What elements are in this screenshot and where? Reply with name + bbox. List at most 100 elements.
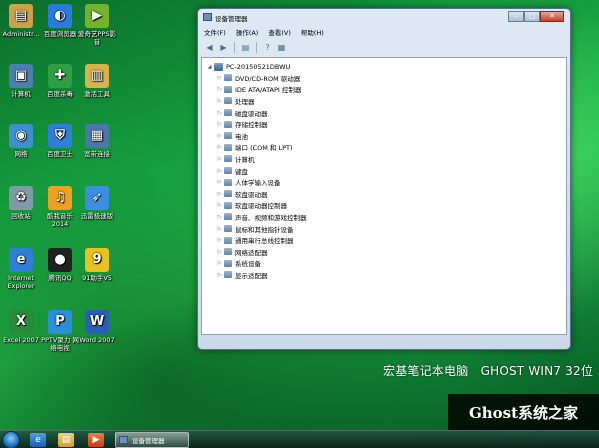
properties-icon[interactable]: ▦: [276, 42, 287, 53]
tree-node[interactable]: ▷ 软盘驱动器控制器: [206, 200, 566, 212]
tree-node[interactable]: ▷ 计算机: [206, 153, 566, 165]
tree-root[interactable]: ◢ PC-20150521DBWU: [206, 61, 566, 72]
menu-help[interactable]: 帮助(H): [301, 27, 324, 39]
tree-node-label: 网络适配器: [235, 248, 268, 257]
tree-node[interactable]: ▷ DVD/CD-ROM 驱动器: [206, 72, 566, 84]
taskbar-device-manager[interactable]: 设备管理器: [115, 432, 189, 448]
expand-icon[interactable]: ▷: [216, 272, 223, 278]
expand-icon[interactable]: ▷: [216, 179, 223, 185]
tree-node[interactable]: ▷ 端口 (COM 和 LPT): [206, 142, 566, 154]
expand-icon[interactable]: ▷: [216, 121, 223, 127]
tree-node[interactable]: ▷ 网络适配器: [206, 246, 566, 258]
media-player-taskbar-icon[interactable]: ▶: [88, 433, 104, 447]
maximize-button[interactable]: □: [524, 11, 540, 22]
xunlei-icon: ➶: [85, 186, 109, 210]
tree-node[interactable]: ▷ 通用串行总线控制器: [206, 234, 566, 246]
tree-node[interactable]: ▷ 软盘驱动器: [206, 188, 566, 200]
forward-arrow-icon[interactable]: ▶: [218, 42, 229, 53]
expand-icon[interactable]: ▷: [216, 214, 223, 220]
desktop-icon[interactable]: e Internet Explorer: [0, 248, 42, 290]
explorer-taskbar-icon[interactable]: ▤: [58, 433, 74, 447]
tree-node[interactable]: ▷ IDE ATA/ATAPI 控制器: [206, 84, 566, 96]
excel-icon: X: [9, 310, 33, 334]
menu-view[interactable]: 查看(V): [268, 27, 291, 39]
desktop-icon[interactable]: ♻ 回收站: [0, 186, 42, 220]
desktop-icon[interactable]: ▣ 计算机: [0, 64, 42, 98]
ie-taskbar-icon[interactable]: e: [30, 433, 46, 447]
expand-icon[interactable]: ▷: [216, 86, 223, 92]
expand-icon[interactable]: ▷: [216, 168, 223, 174]
expand-icon[interactable]: ▷: [216, 98, 223, 104]
desktop-icon-label: 91助手V5: [82, 274, 112, 282]
expand-icon[interactable]: ▷: [216, 237, 223, 243]
device-category-icon: [224, 248, 232, 256]
desktop-icon[interactable]: W Word 2007: [76, 310, 118, 344]
device-category-icon: [224, 190, 232, 198]
kuwo-music-icon: ♫: [48, 186, 72, 210]
tree-node[interactable]: ▷ 存储控制器: [206, 118, 566, 130]
expand-icon[interactable]: ▷: [216, 156, 223, 162]
help-icon[interactable]: ?: [262, 42, 273, 53]
tree-node[interactable]: ▷ 键盘: [206, 165, 566, 177]
device-category-icon: [224, 74, 232, 82]
tree-node[interactable]: ▷ 鼠标和其他指针设备: [206, 223, 566, 235]
menu-action[interactable]: 操作(A): [236, 27, 259, 39]
device-tree-panel[interactable]: ◢ PC-20150521DBWU ▷ DVD/CD-ROM 驱动器 ▷ IDE AT…: [201, 57, 567, 335]
desktop-icon[interactable]: X Excel 2007: [0, 310, 42, 344]
desktop-icon[interactable]: ⛨ 百度卫士: [39, 124, 81, 158]
device-manager-icon: [119, 436, 128, 444]
tree-node[interactable]: ▷ 声音、视频和游戏控制器: [206, 211, 566, 223]
desktop-icon[interactable]: ▶ 爱奇艺PPS影音: [76, 4, 118, 46]
desktop-icon[interactable]: ▤ Administr...: [0, 4, 42, 38]
device-category-icon: [224, 271, 232, 279]
desktop-icon[interactable]: 9 91助手V5: [76, 248, 118, 282]
desktop-icon[interactable]: ➶ 迅雷极速版: [76, 186, 118, 220]
device-category-icon: [224, 225, 232, 233]
tree-node-label: 磁盘驱动器: [235, 109, 268, 118]
ie-icon: e: [9, 248, 33, 272]
tree-node[interactable]: ▷ 磁盘驱动器: [206, 107, 566, 119]
minimize-button[interactable]: –: [508, 11, 524, 22]
menu-file[interactable]: 文件(F): [204, 27, 226, 39]
expand-icon[interactable]: ▷: [216, 249, 223, 255]
desktop-icon[interactable]: ● 腾讯QQ: [39, 248, 81, 282]
desktop-icon[interactable]: ♫ 酷我音乐2014: [39, 186, 81, 228]
device-category-icon: [224, 201, 232, 209]
91-assistant-icon: 9: [85, 248, 109, 272]
expand-icon[interactable]: ▷: [216, 226, 223, 232]
desktop-icon[interactable]: ◉ 网络: [0, 124, 42, 158]
expand-icon[interactable]: ▷: [216, 110, 223, 116]
tree-node[interactable]: ▷ 人体学输入设备: [206, 176, 566, 188]
tree-node[interactable]: ▷ 电池: [206, 130, 566, 142]
tree-node-label: 端口 (COM 和 LPT): [235, 144, 293, 153]
expand-icon[interactable]: ▷: [216, 191, 223, 197]
device-category-icon: [224, 109, 232, 117]
back-arrow-icon[interactable]: ◀: [204, 42, 215, 53]
device-manager-window[interactable]: 设备管理器 – □ ✕ 文件(F) 操作(A) 查看(V) 帮助(H) ◀ ▶ …: [197, 8, 571, 350]
window-title: 设备管理器: [215, 15, 248, 23]
device-category-icon: [224, 143, 232, 151]
expand-icon[interactable]: ▷: [216, 75, 223, 81]
watermark: Ghost系统之家: [448, 394, 599, 430]
qq-icon: ●: [48, 248, 72, 272]
tree-node[interactable]: ▷ 显示适配器: [206, 269, 566, 281]
tree-node-label: DVD/CD-ROM 驱动器: [235, 74, 301, 83]
iqiyi-pps-icon: ▶: [85, 4, 109, 28]
expand-icon[interactable]: ▷: [216, 202, 223, 208]
desktop-icon[interactable]: ▥ 激活工具: [76, 64, 118, 98]
title-bar[interactable]: 设备管理器 – □ ✕: [198, 9, 570, 27]
start-button[interactable]: [2, 431, 20, 448]
collapse-icon[interactable]: ◢: [206, 64, 213, 70]
tree-node[interactable]: ▷ 系统设备: [206, 258, 566, 270]
desktop-icon[interactable]: P PPTV聚力 网络电视: [39, 310, 81, 352]
desktop-icon[interactable]: ✚ 百度杀毒: [39, 64, 81, 98]
desktop-icon[interactable]: ◐ 百度浏览器: [39, 4, 81, 38]
expand-icon[interactable]: ▷: [216, 260, 223, 266]
tree-node[interactable]: ▷ 处理器: [206, 95, 566, 107]
taskbar-task-label: 设备管理器: [132, 437, 165, 445]
expand-icon[interactable]: ▷: [216, 144, 223, 150]
desktop-icon[interactable]: ▦ 宽带连接: [76, 124, 118, 158]
expand-icon[interactable]: ▷: [216, 133, 223, 139]
close-button[interactable]: ✕: [540, 11, 564, 22]
show-hide-tree-icon[interactable]: ▤: [240, 42, 251, 53]
